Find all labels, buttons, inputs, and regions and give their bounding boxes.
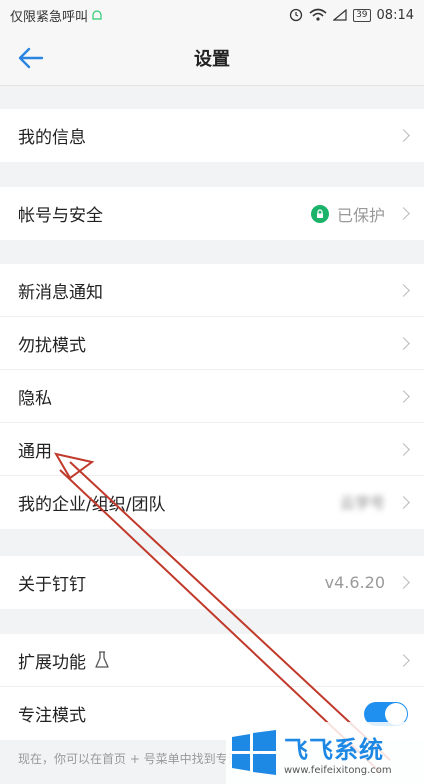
chevron-right-icon <box>397 653 410 667</box>
my-organization-item[interactable]: 我的企业/组织/团队 云学号 <box>0 476 424 529</box>
focus-mode-label: 专注模式 <box>18 706 86 726</box>
back-arrow-icon <box>18 47 44 69</box>
my-info-item[interactable]: 我的信息 <box>0 109 424 162</box>
flask-icon <box>94 651 110 669</box>
chevron-right-icon <box>397 336 410 350</box>
row-right: 已保护 <box>310 202 410 226</box>
signal-icon <box>333 9 347 21</box>
my-organization-label: 我的企业/组织/团队 <box>18 495 166 515</box>
battery-indicator: 39 <box>353 8 371 22</box>
general-label: 通用 <box>18 441 52 462</box>
status-time: 08:14 <box>376 7 414 23</box>
new-message-notification-item[interactable]: 新消息通知 <box>0 264 424 317</box>
row-right <box>393 129 410 142</box>
account-status-text: 已保护 <box>336 205 385 225</box>
privacy-item[interactable]: 隐私 <box>0 370 424 423</box>
alarm-icon <box>289 8 303 22</box>
settings-group-about: 关于钉钉 v4.6.20 <box>0 556 424 609</box>
status-bar: 仅限紧急呼叫 39 08:14 <box>0 0 424 30</box>
status-carrier-text: 仅限紧急呼叫 <box>10 9 89 25</box>
wifi-icon <box>309 8 327 21</box>
privacy-label: 隐私 <box>18 388 52 409</box>
chevron-right-icon <box>397 389 410 403</box>
row-right: 云学号 <box>339 492 410 513</box>
watermark-text: 飞飞系统 www.feifeixitong.com <box>284 730 392 776</box>
organization-name-blurred: 云学号 <box>339 494 385 512</box>
chevron-right-icon <box>397 207 410 220</box>
status-right: 39 08:14 <box>289 8 414 23</box>
extensions-item[interactable]: 扩展功能 <box>0 634 424 687</box>
account-security-label: 帐号与安全 <box>18 206 103 226</box>
settings-group-profile: 我的信息 <box>0 109 424 162</box>
watermark-url: www.feifeixitong.com <box>284 765 392 776</box>
top-navigation-bar: 设置 <box>0 30 424 86</box>
extensions-label: 扩展功能 <box>18 652 86 673</box>
status-left: 仅限紧急呼叫 <box>10 6 103 25</box>
row-right <box>393 336 410 350</box>
do-not-disturb-item[interactable]: 勿扰模式 <box>0 317 424 370</box>
row-right <box>393 442 410 456</box>
row-right <box>393 653 410 667</box>
watermark: 飞飞系统 www.feifeixitong.com <box>226 722 424 784</box>
about-dingtalk-label: 关于钉钉 <box>18 575 86 595</box>
about-dingtalk-item[interactable]: 关于钉钉 v4.6.20 <box>0 556 424 609</box>
row-right: v4.6.20 <box>324 573 410 592</box>
lock-icon <box>310 204 329 223</box>
back-button[interactable] <box>16 44 46 72</box>
chevron-right-icon <box>397 496 410 509</box>
account-security-item[interactable]: 帐号与安全 已保护 <box>0 187 424 240</box>
android-icon <box>92 10 102 20</box>
page-title: 设置 <box>194 48 230 70</box>
row-right <box>393 389 410 403</box>
chevron-right-icon <box>397 283 410 297</box>
windows-logo-icon <box>232 730 276 775</box>
watermark-title: 飞飞系统 <box>284 736 384 764</box>
row-right <box>393 283 410 297</box>
chevron-right-icon <box>397 129 410 142</box>
chevron-right-icon <box>397 576 410 589</box>
do-not-disturb-label: 勿扰模式 <box>18 335 86 356</box>
settings-group-general: 新消息通知 勿扰模式 隐私 通用 我的企业/组织/团队 云学号 <box>0 264 424 529</box>
new-message-notification-label: 新消息通知 <box>18 282 103 303</box>
version-text: v4.6.20 <box>324 573 385 592</box>
general-item[interactable]: 通用 <box>0 423 424 476</box>
settings-group-account: 帐号与安全 已保护 <box>0 187 424 240</box>
my-info-label: 我的信息 <box>18 128 86 148</box>
chevron-right-icon <box>397 442 410 456</box>
